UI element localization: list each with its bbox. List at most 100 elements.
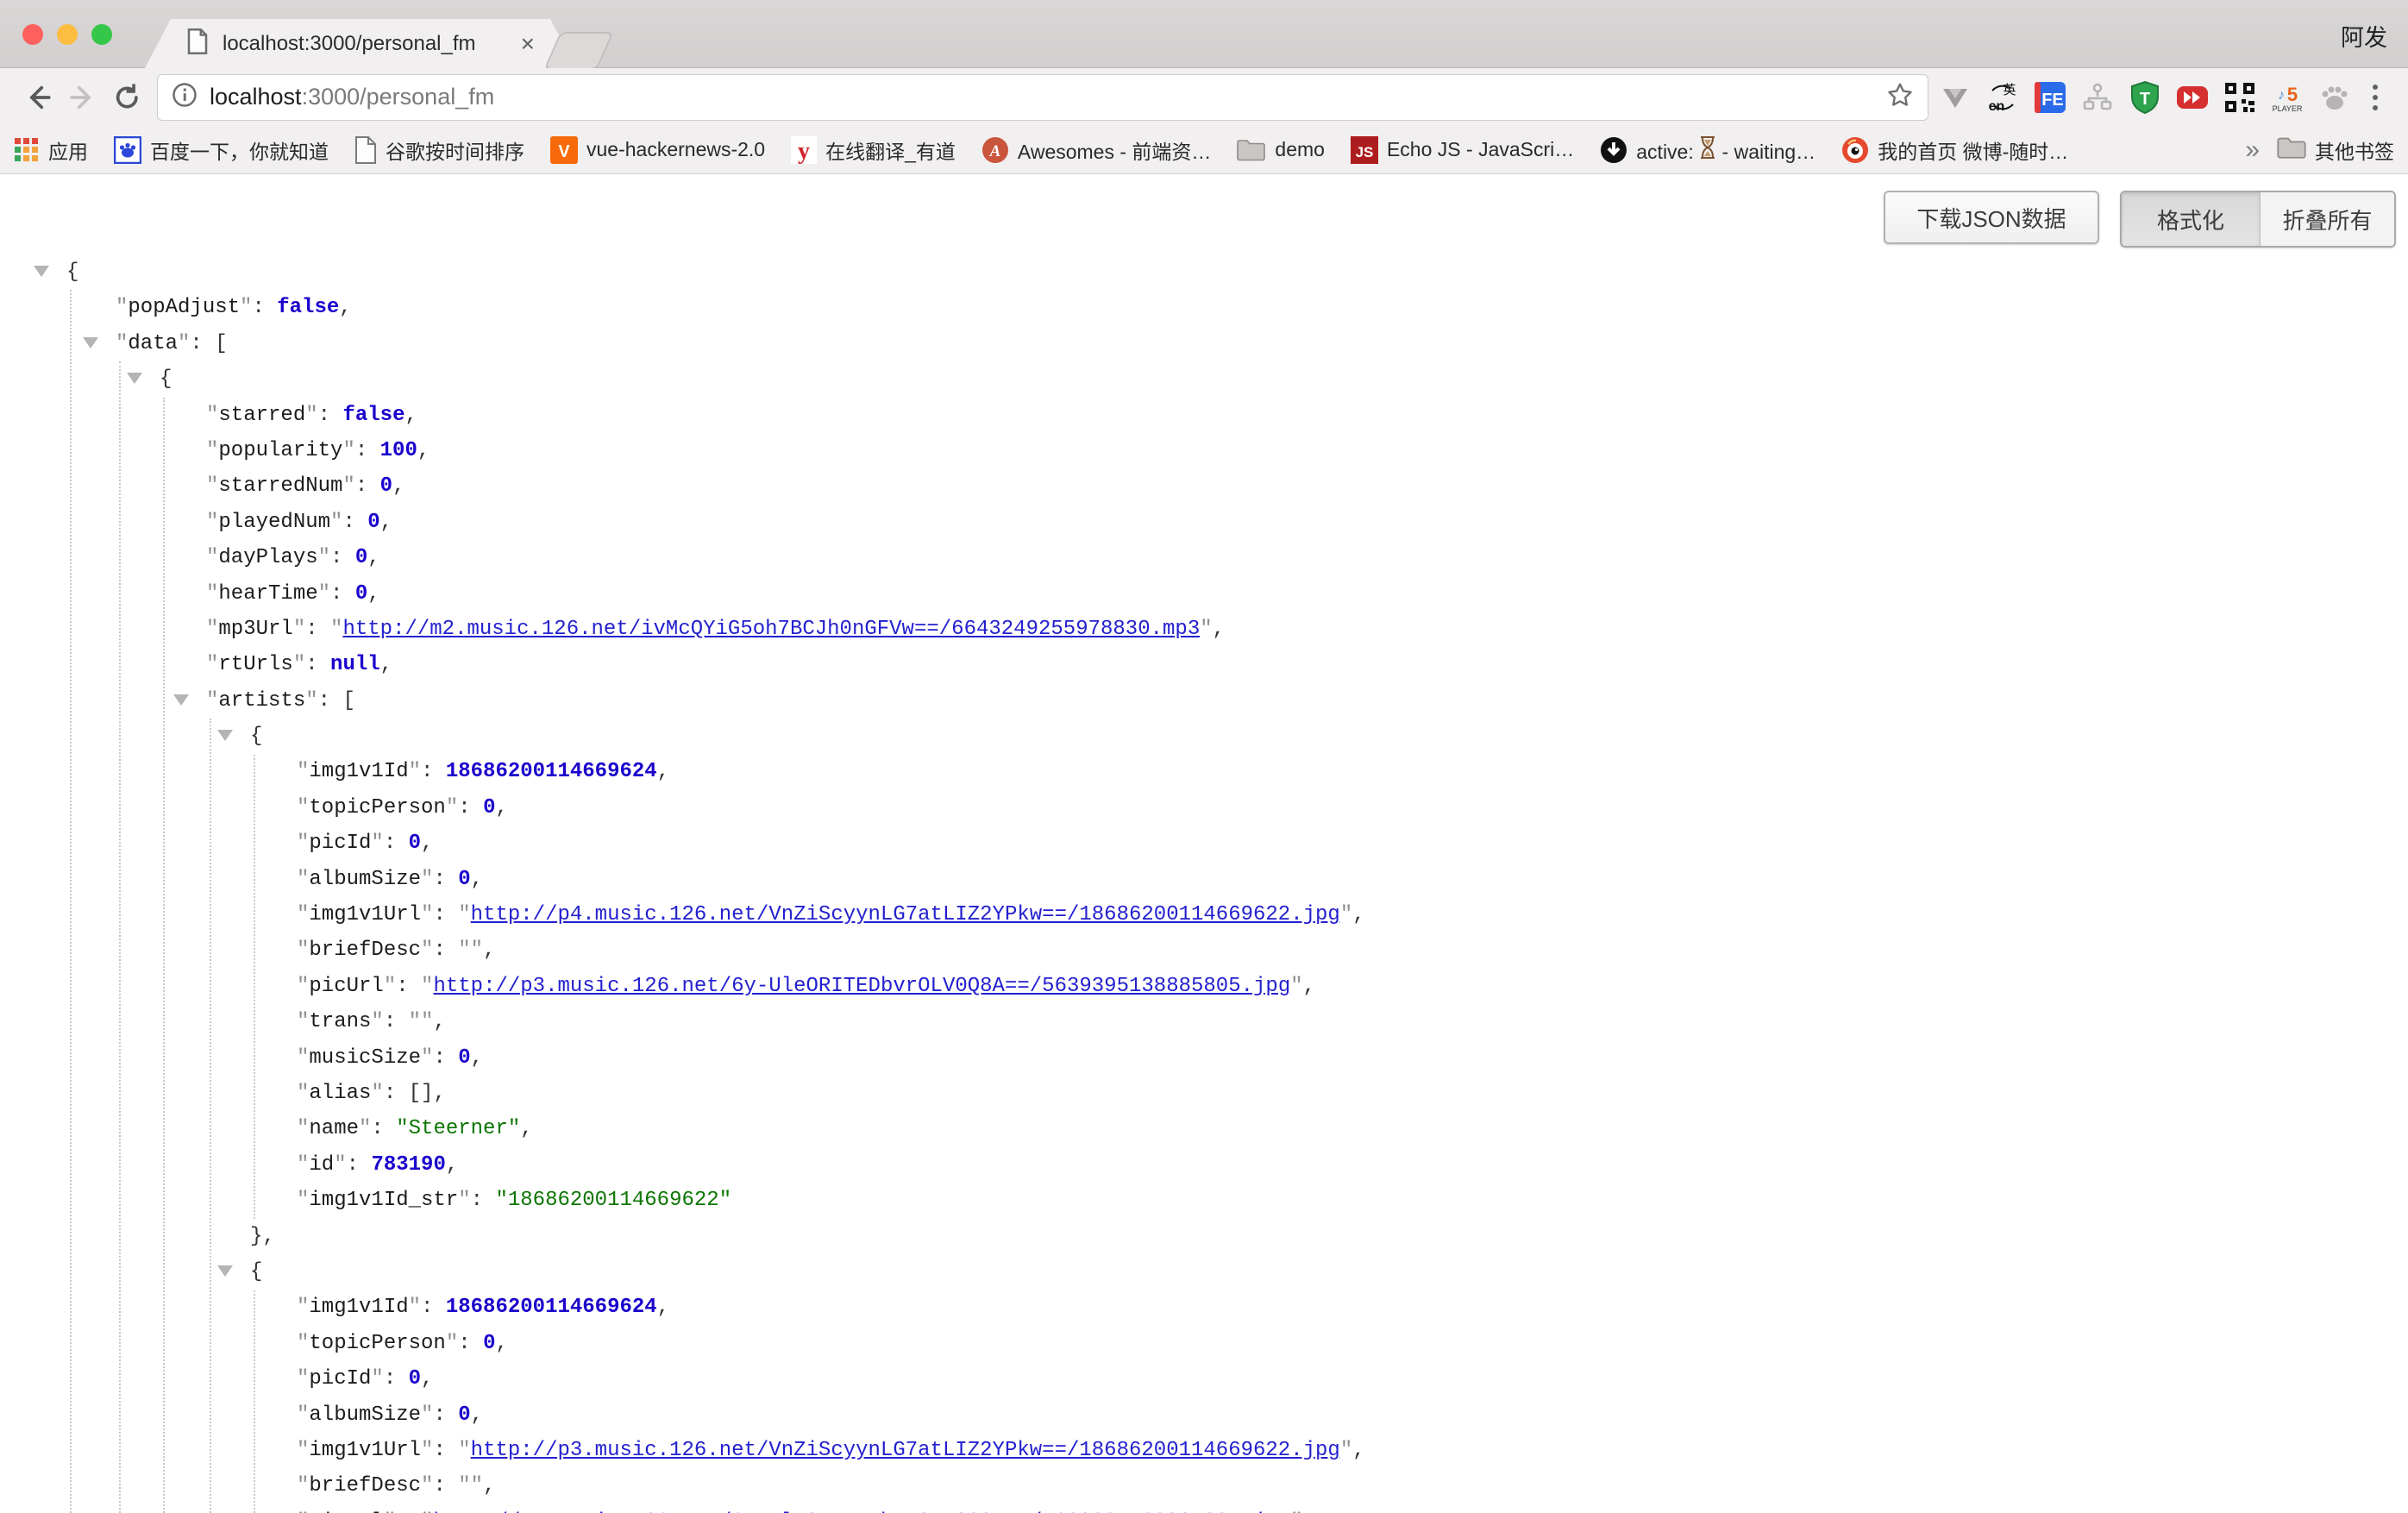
collapse-toggle-icon[interactable] — [34, 266, 49, 277]
weibo-icon — [1841, 136, 1869, 164]
page-icon — [354, 136, 377, 164]
collapse-toggle-icon[interactable] — [217, 1265, 233, 1277]
tab-title: localhost:3000/personal_fm — [223, 32, 512, 56]
collapse-toggle-icon[interactable] — [217, 730, 233, 741]
svg-text:JS: JS — [1356, 144, 1374, 160]
echojs-icon: JS — [1351, 136, 1378, 164]
page-info-icon[interactable] — [172, 82, 198, 112]
collapse-all-button[interactable]: 折叠所有 — [2260, 192, 2394, 246]
bookmark-item[interactable]: y在线翻译_有道 — [791, 135, 956, 165]
tab-close-icon[interactable]: × — [521, 30, 535, 58]
translate-icon[interactable]: 英en — [1985, 79, 2021, 116]
collapse-toggle-icon[interactable] — [173, 694, 189, 706]
bookmark-item[interactable]: 我的首页 微博-随时… — [1841, 135, 2068, 165]
svg-text:PLAYER: PLAYER — [2273, 104, 2303, 113]
json-literal-value: 18686200114669624 — [446, 760, 657, 783]
json-link[interactable]: http://p4.music.126.net/VnZiScyynLG7atLI… — [471, 903, 1340, 926]
json-key: popAdjust — [128, 296, 240, 319]
json-key: img1v1Id_str — [309, 1189, 458, 1212]
json-actions: 下载JSON数据 格式化 折叠所有 — [1884, 191, 2396, 248]
url-path: :3000/personal_fm — [302, 84, 495, 110]
address-bar[interactable]: localhost:3000/personal_fm — [157, 74, 1928, 121]
json-key: briefDesc — [309, 939, 421, 962]
json-line: "briefDesc": "", — [0, 932, 2408, 968]
json-key: data — [128, 332, 178, 355]
collapse-toggle-icon[interactable] — [127, 373, 142, 384]
bookmarks-list: 应用百度一下，你就知道谷歌按时间排序 Vvue-hackernews-2.0 y在线… — [14, 135, 2224, 165]
bookmark-label: 我的首页 微博-随时… — [1878, 135, 2068, 165]
svg-text:y: y — [798, 138, 810, 164]
forward-button[interactable] — [60, 75, 105, 120]
json-line: { — [0, 254, 2408, 290]
json-line: "musicSize": 0, — [0, 1040, 2408, 1076]
minimize-window-button[interactable] — [57, 24, 78, 45]
json-key: albumSize — [309, 868, 421, 891]
download-json-button[interactable]: 下载JSON数据 — [1884, 191, 2099, 244]
json-literal-value: 0 — [483, 1332, 495, 1355]
json-literal-value: 100 — [380, 439, 417, 462]
json-literal-value: 0 — [380, 474, 392, 498]
qrcode-icon[interactable] — [2222, 79, 2258, 116]
json-key: artists — [218, 689, 305, 713]
fe-icon[interactable]: FE — [2032, 79, 2068, 116]
json-link[interactable]: http://p3.music.126.net/6y-UleORITEDbvrO… — [433, 975, 1290, 998]
json-key: briefDesc — [309, 1474, 421, 1497]
browser-menu-icon[interactable] — [2358, 79, 2392, 116]
json-literal-value: 783190 — [371, 1153, 445, 1177]
indent-guide — [210, 719, 211, 1513]
reload-button[interactable] — [105, 75, 150, 120]
bookmark-item[interactable]: demo — [1237, 138, 1325, 162]
json-key: trans — [309, 1010, 371, 1033]
json-key: img1v1Url — [309, 1439, 421, 1462]
html5-player-icon[interactable]: ♪5PLAYER — [2269, 79, 2305, 116]
tampermonkey-icon[interactable]: T — [2127, 79, 2163, 116]
close-window-button[interactable] — [22, 24, 43, 45]
json-literal-value: null — [330, 653, 380, 676]
bookmark-item[interactable]: active: - waiting… — [1600, 136, 1815, 164]
page-content: 下载JSON数据 格式化 折叠所有 {"popAdjust": false,"d… — [0, 175, 2408, 1513]
paw-icon[interactable] — [2317, 79, 2353, 116]
json-line: { — [0, 1254, 2408, 1290]
tab-bar: localhost:3000/personal_fm × 阿发 — [0, 0, 2408, 68]
json-line: "briefDesc": "", — [0, 1468, 2408, 1504]
json-line: "img1v1Id": 18686200114669624, — [0, 754, 2408, 789]
vue-devtools-icon[interactable] — [1937, 79, 1973, 116]
json-key: popularity — [218, 439, 342, 462]
json-literal-value: false — [342, 404, 404, 427]
back-button[interactable] — [16, 75, 60, 120]
json-line: "name": "Steerner", — [0, 1111, 2408, 1146]
url-text[interactable]: localhost:3000/personal_fm — [210, 84, 1886, 110]
json-link[interactable]: http://m2.music.126.net/ivMcQYiG5oh7BCJh… — [342, 618, 1200, 641]
bookmark-item[interactable]: JSEcho JS - JavaScri… — [1351, 136, 1574, 164]
format-button[interactable]: 格式化 — [2122, 192, 2260, 246]
json-line: "picUrl": "http://p3.music.126.net/6y-Ul… — [0, 969, 2408, 1004]
json-literal-value: 0 — [483, 796, 495, 819]
profile-name: 阿发 — [2341, 19, 2387, 53]
zoom-window-button[interactable] — [91, 24, 112, 45]
bookmark-item[interactable]: 百度一下，你就知道 — [114, 135, 329, 165]
bookmark-label: demo — [1275, 138, 1325, 161]
json-line: "picUrl": "http://p4.music.126.net/6y-Ul… — [0, 1504, 2408, 1513]
fastforward-icon[interactable] — [2174, 79, 2210, 116]
bookmarks-bar: 应用百度一下，你就知道谷歌按时间排序 Vvue-hackernews-2.0 y在线… — [0, 126, 2408, 174]
sitemap-icon[interactable] — [2079, 79, 2116, 116]
collapse-toggle-icon[interactable] — [83, 337, 98, 348]
bookmark-item[interactable]: 谷歌按时间排序 — [354, 135, 524, 165]
json-key: img1v1Id — [309, 1296, 408, 1319]
json-line: "mp3Url": "http://m2.music.126.net/ivMcQ… — [0, 612, 2408, 647]
json-key: starred — [218, 404, 305, 427]
json-link[interactable]: http://p3.music.126.net/VnZiScyynLG7atLI… — [471, 1439, 1340, 1462]
json-line: }, — [0, 1219, 2408, 1254]
browser-tab[interactable]: localhost:3000/personal_fm × — [145, 19, 576, 68]
bookmark-item[interactable]: 应用 — [14, 135, 88, 165]
json-line: "picId": 0, — [0, 826, 2408, 861]
bookmark-star-icon[interactable] — [1886, 81, 1914, 113]
other-bookmarks-folder[interactable]: 其他书签 — [2277, 135, 2394, 165]
json-key: picUrl — [309, 975, 383, 998]
bookmark-item[interactable]: AAwesomes - 前端资… — [981, 135, 1212, 165]
json-literal-value: 0 — [458, 1046, 470, 1070]
bookmark-label: 应用 — [48, 135, 88, 165]
bookmark-label: active: - waiting… — [1636, 136, 1815, 164]
bookmarks-overflow-chevron[interactable]: » — [2245, 135, 2260, 165]
bookmark-item[interactable]: Vvue-hackernews-2.0 — [550, 136, 765, 164]
